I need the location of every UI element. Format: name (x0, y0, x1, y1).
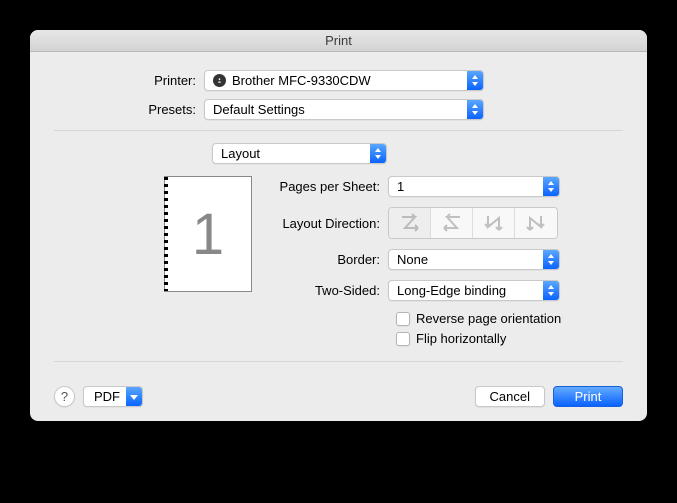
section-select[interactable]: Layout (212, 143, 387, 164)
two-sided-label: Two-Sided: (270, 283, 388, 298)
presets-value: Default Settings (213, 102, 305, 117)
direction-n2-button[interactable] (515, 208, 557, 238)
flip-horizontal-row: Flip horizontally (270, 331, 623, 346)
binding-icon (164, 177, 168, 291)
help-button[interactable]: ? (54, 386, 75, 407)
updown-icon (467, 100, 483, 119)
dialog-content: Printer: Brother MFC-9330CDW Presets: De… (30, 52, 647, 421)
border-value: None (397, 252, 428, 267)
direction-s-button[interactable] (431, 208, 473, 238)
border-label: Border: (270, 252, 388, 267)
print-label: Print (575, 389, 602, 404)
layout-direction-row: Layout Direction: (270, 207, 623, 239)
direction-z-button[interactable] (389, 208, 431, 238)
flip-horizontal-checkbox[interactable] (396, 332, 410, 346)
window-title: Print (325, 33, 352, 48)
two-sided-select[interactable]: Long-Edge binding (388, 280, 560, 301)
printer-value: Brother MFC-9330CDW (232, 73, 371, 88)
presets-select[interactable]: Default Settings (204, 99, 484, 120)
updown-icon (543, 250, 559, 269)
flip-horizontal-label: Flip horizontally (416, 331, 506, 346)
help-icon: ? (61, 389, 68, 404)
layout-direction-group (388, 207, 558, 239)
two-sided-value: Long-Edge binding (397, 283, 506, 298)
two-sided-row: Two-Sided: Long-Edge binding (270, 280, 623, 301)
chevron-down-icon (126, 387, 142, 406)
reverse-orientation-checkbox[interactable] (396, 312, 410, 326)
pdf-label: PDF (94, 389, 126, 404)
reverse-orientation-label: Reverse page orientation (416, 311, 561, 326)
updown-icon (370, 144, 386, 163)
updown-icon (543, 177, 559, 196)
preview-number: 1 (192, 201, 224, 268)
pdf-menu-button[interactable]: PDF (83, 386, 143, 407)
border-row: Border: None (270, 249, 623, 270)
printer-select[interactable]: Brother MFC-9330CDW (204, 70, 484, 91)
divider (54, 361, 623, 362)
printer-row: Printer: Brother MFC-9330CDW (54, 70, 623, 91)
pages-per-sheet-row: Pages per Sheet: 1 (270, 176, 623, 197)
updown-icon (467, 71, 483, 90)
presets-row: Presets: Default Settings (54, 99, 623, 120)
print-dialog: Print Printer: Brother MFC-9330CDW Prese… (30, 30, 647, 421)
window-titlebar[interactable]: Print (30, 30, 647, 52)
pages-per-sheet-value: 1 (397, 179, 404, 194)
layout-direction-label: Layout Direction: (270, 216, 388, 231)
printer-label: Printer: (54, 73, 204, 88)
border-select[interactable]: None (388, 249, 560, 270)
layout-area: 1 Pages per Sheet: 1 Layout Direction: (54, 176, 623, 351)
printer-status-icon (213, 74, 226, 87)
section-row: Layout (54, 143, 623, 164)
pages-per-sheet-label: Pages per Sheet: (270, 179, 388, 194)
print-button[interactable]: Print (553, 386, 623, 407)
cancel-button[interactable]: Cancel (475, 386, 545, 407)
direction-n-button[interactable] (473, 208, 515, 238)
divider (54, 130, 623, 131)
page-preview: 1 (164, 176, 252, 292)
pages-per-sheet-select[interactable]: 1 (388, 176, 560, 197)
updown-icon (543, 281, 559, 300)
layout-fields: Pages per Sheet: 1 Layout Direction: (270, 176, 623, 351)
cancel-label: Cancel (490, 389, 530, 404)
section-value: Layout (221, 146, 260, 161)
dialog-footer: ? PDF Cancel Print (54, 374, 623, 407)
reverse-orientation-row: Reverse page orientation (270, 311, 623, 326)
presets-label: Presets: (54, 102, 204, 117)
